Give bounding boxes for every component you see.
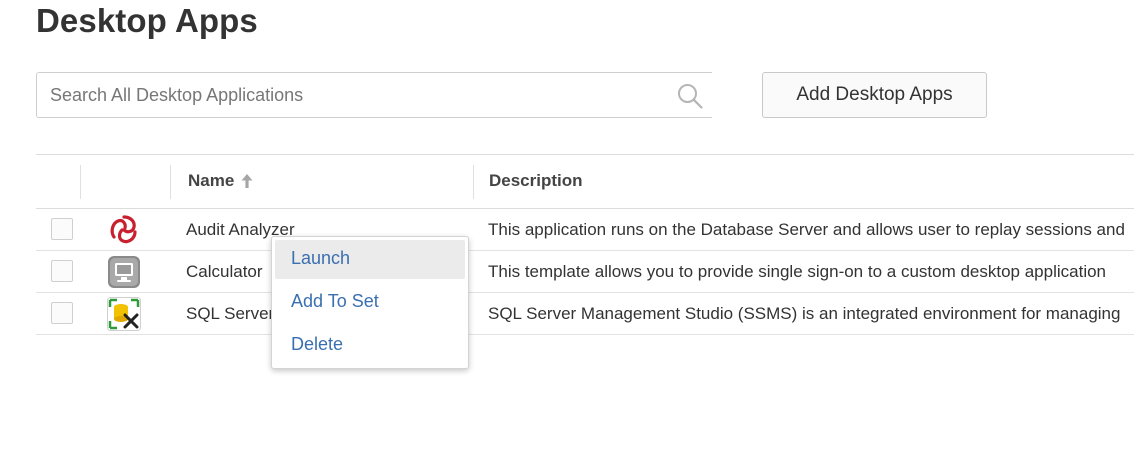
row-checkbox[interactable] <box>51 260 73 282</box>
sort-ascending-icon <box>241 174 253 188</box>
row-context-menu: Launch Add To Set Delete <box>271 236 469 369</box>
table-header: Name Description <box>36 154 1134 209</box>
app-description: SQL Server Management Studio (SSMS) is a… <box>488 304 1121 323</box>
table-row[interactable]: Calculator This template allows you to p… <box>36 251 1134 293</box>
table-row[interactable]: Audit Analyzer This application runs on … <box>36 209 1134 251</box>
column-separator <box>80 165 81 199</box>
search-input[interactable] <box>37 73 657 117</box>
column-header-name[interactable]: Name <box>188 171 254 191</box>
row-checkbox[interactable] <box>51 302 73 324</box>
search-box <box>36 72 712 118</box>
add-desktop-apps-button[interactable]: Add Desktop Apps <box>762 72 987 118</box>
app-name[interactable]: Calculator <box>186 262 263 282</box>
column-separator <box>170 165 171 199</box>
database-tools-icon <box>107 297 141 331</box>
menu-item-delete[interactable]: Delete <box>275 326 465 365</box>
table-row[interactable]: SQL Server SQL Server Management Studio … <box>36 293 1134 335</box>
row-checkbox[interactable] <box>51 218 73 240</box>
search-icon[interactable] <box>676 82 704 110</box>
column-separator <box>473 165 474 199</box>
column-header-description[interactable]: Description <box>489 171 583 191</box>
menu-item-launch[interactable]: Launch <box>275 240 465 279</box>
app-name[interactable]: SQL Server <box>186 304 274 324</box>
app-description: This application runs on the Database Se… <box>488 220 1125 239</box>
apps-table: Name Description Audit Analyzer This app… <box>36 154 1134 335</box>
app-description: This template allows you to provide sing… <box>488 262 1107 281</box>
monitor-icon <box>108 256 140 288</box>
desktop-apps-page: Desktop Apps Add Desktop Apps Name Descr… <box>0 0 1134 465</box>
column-header-name-label: Name <box>188 171 235 190</box>
menu-item-add-to-set[interactable]: Add To Set <box>275 283 465 322</box>
page-title: Desktop Apps <box>36 2 258 39</box>
audit-analyzer-logo-icon <box>110 215 137 244</box>
